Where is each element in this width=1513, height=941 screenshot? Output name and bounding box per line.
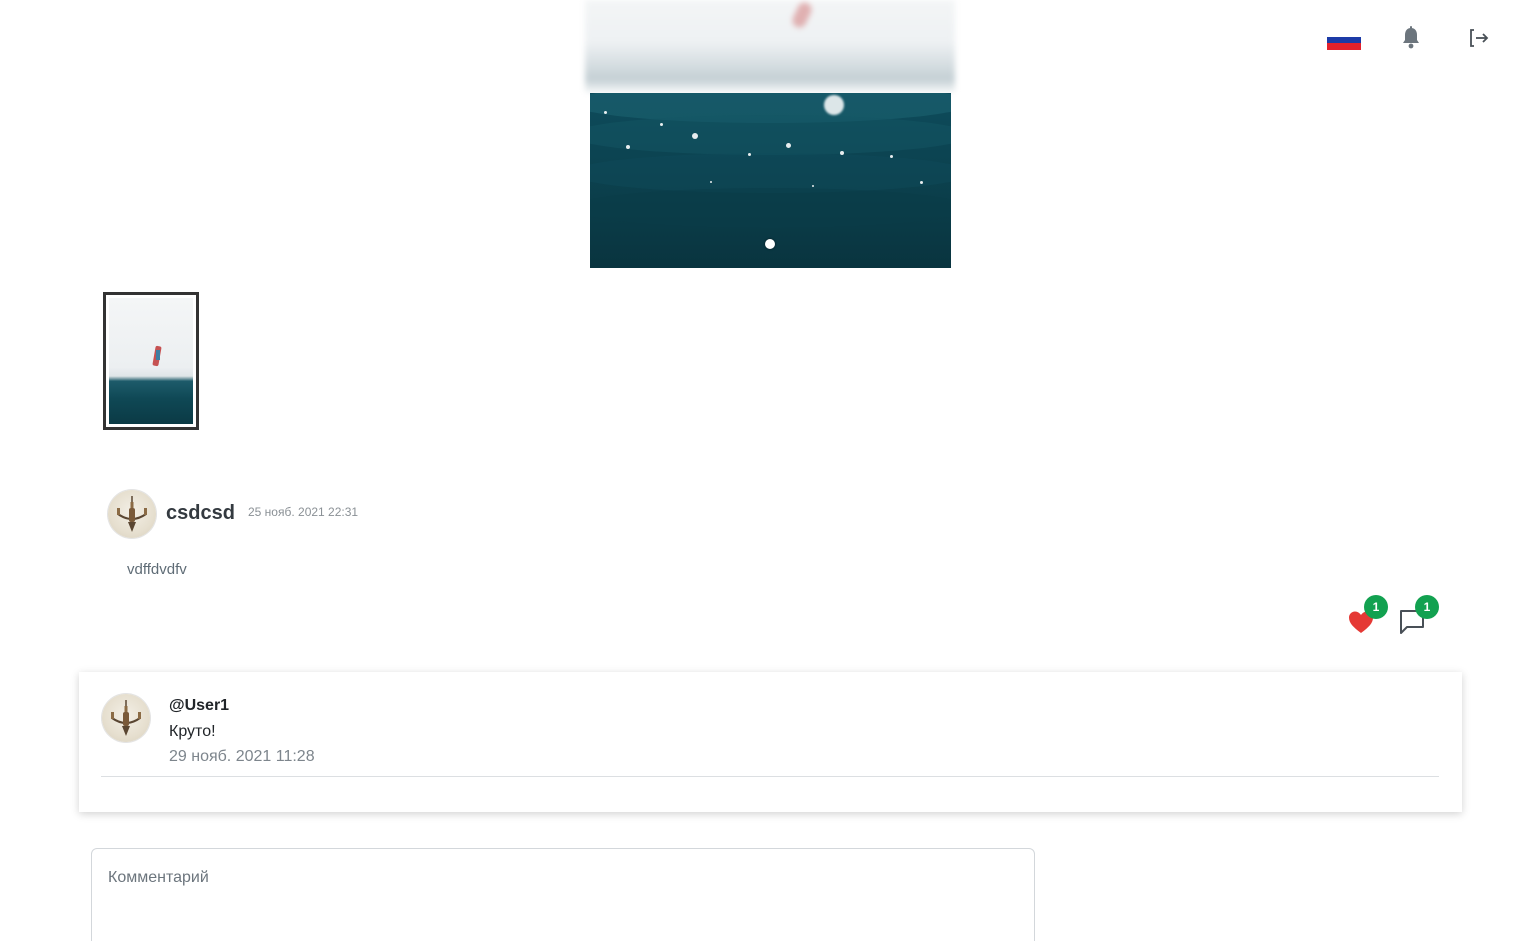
- hero-sparkle: [626, 145, 630, 149]
- hero-wave: [590, 188, 951, 228]
- logout-icon: [1470, 29, 1489, 47]
- comment-input[interactable]: [91, 848, 1035, 941]
- gallery-thumbnail[interactable]: [103, 292, 199, 430]
- hero-sparkle: [660, 123, 663, 126]
- comment-divider: [101, 776, 1439, 777]
- hero-blur-figure: [790, 0, 814, 30]
- hero-sparkle: [840, 151, 844, 155]
- hero-sparkle: [604, 111, 607, 114]
- post-author-avatar[interactable]: [108, 490, 156, 538]
- notifications-button[interactable]: [1400, 26, 1422, 50]
- post-date: 25 нояб. 2021 22:31: [248, 505, 359, 519]
- comment-author-name[interactable]: @User1: [169, 697, 229, 715]
- language-flag-button[interactable]: [1327, 30, 1361, 50]
- chandelier-avatar-icon: [111, 700, 141, 736]
- hero-sparkle: [824, 95, 844, 115]
- flag-red-stripe: [1327, 43, 1361, 50]
- flag-white-stripe: [1327, 30, 1361, 37]
- hero-sparkle: [890, 155, 893, 158]
- hero-sparkle: [812, 185, 814, 187]
- comment-text: Круто!: [169, 723, 216, 740]
- hero-sparkle: [710, 181, 712, 183]
- hero-image-blurred-top: [585, 0, 955, 93]
- bell-icon: [1403, 26, 1419, 49]
- thumbnail-figure-detail: [156, 350, 160, 360]
- logout-button[interactable]: [1468, 27, 1490, 49]
- likes-count-badge: 1: [1364, 595, 1388, 619]
- hero-sparkle: [786, 143, 791, 148]
- flag-blue-stripe: [1327, 36, 1361, 44]
- chandelier-avatar-icon: [117, 496, 147, 532]
- hero-wave: [590, 115, 951, 155]
- post-text: vdffdvdfv: [127, 561, 187, 578]
- comments-card: @User1 Круто! 29 нояб. 2021 11:28: [79, 672, 1462, 812]
- hero-wave: [590, 153, 951, 193]
- comment-author-avatar[interactable]: [102, 694, 150, 742]
- comment-date: 29 нояб. 2021 11:28: [169, 748, 315, 765]
- hero-sparkle: [692, 133, 698, 139]
- carousel-indicator-dot[interactable]: [765, 239, 775, 249]
- post-author-name[interactable]: csdcsd: [166, 502, 235, 525]
- hero-sparkle: [748, 153, 751, 156]
- hero-sparkle: [920, 181, 923, 184]
- comments-count-badge: 1: [1415, 595, 1439, 619]
- thumbnail-image: [109, 298, 193, 424]
